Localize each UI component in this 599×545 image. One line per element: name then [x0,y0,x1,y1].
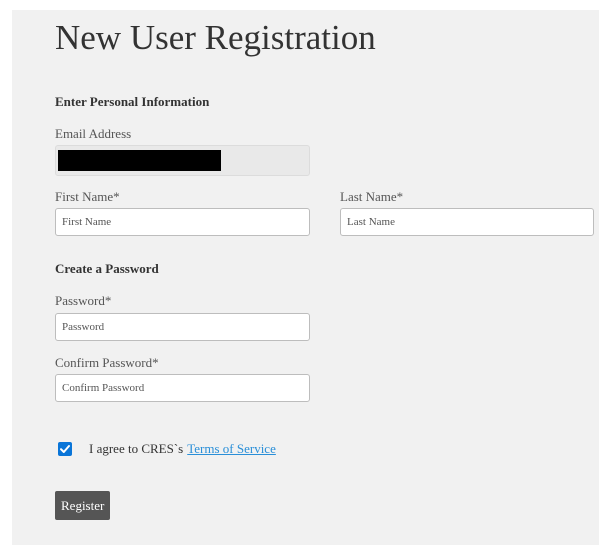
terms-agreement: I agree to CRES`s Terms of Service [89,441,276,457]
terms-of-service-link[interactable]: Terms of Service [187,441,276,456]
redacted-email-value [58,150,221,171]
first-name-label: First Name* [55,189,120,204]
checkmark-icon [60,445,70,453]
confirm-password-input[interactable] [55,374,310,402]
create-password-heading: Create a Password [55,261,159,276]
register-button[interactable]: Register [55,491,111,520]
password-input[interactable] [55,313,310,341]
email-label: Email Address [55,126,132,141]
terms-agreement-text: I agree to CRES`s [89,441,184,456]
first-name-input[interactable] [55,208,310,236]
registration-panel: New User Registration Enter Personal Inf… [12,10,599,545]
confirm-password-label: Confirm Password* [55,355,159,370]
last-name-label: Last Name* [340,189,404,204]
password-label: Password* [55,293,112,308]
personal-info-heading: Enter Personal Information [55,94,210,109]
page-title: New User Registration [55,18,376,57]
last-name-input[interactable] [340,208,594,236]
terms-checkbox[interactable] [58,442,72,456]
email-field [55,145,310,176]
